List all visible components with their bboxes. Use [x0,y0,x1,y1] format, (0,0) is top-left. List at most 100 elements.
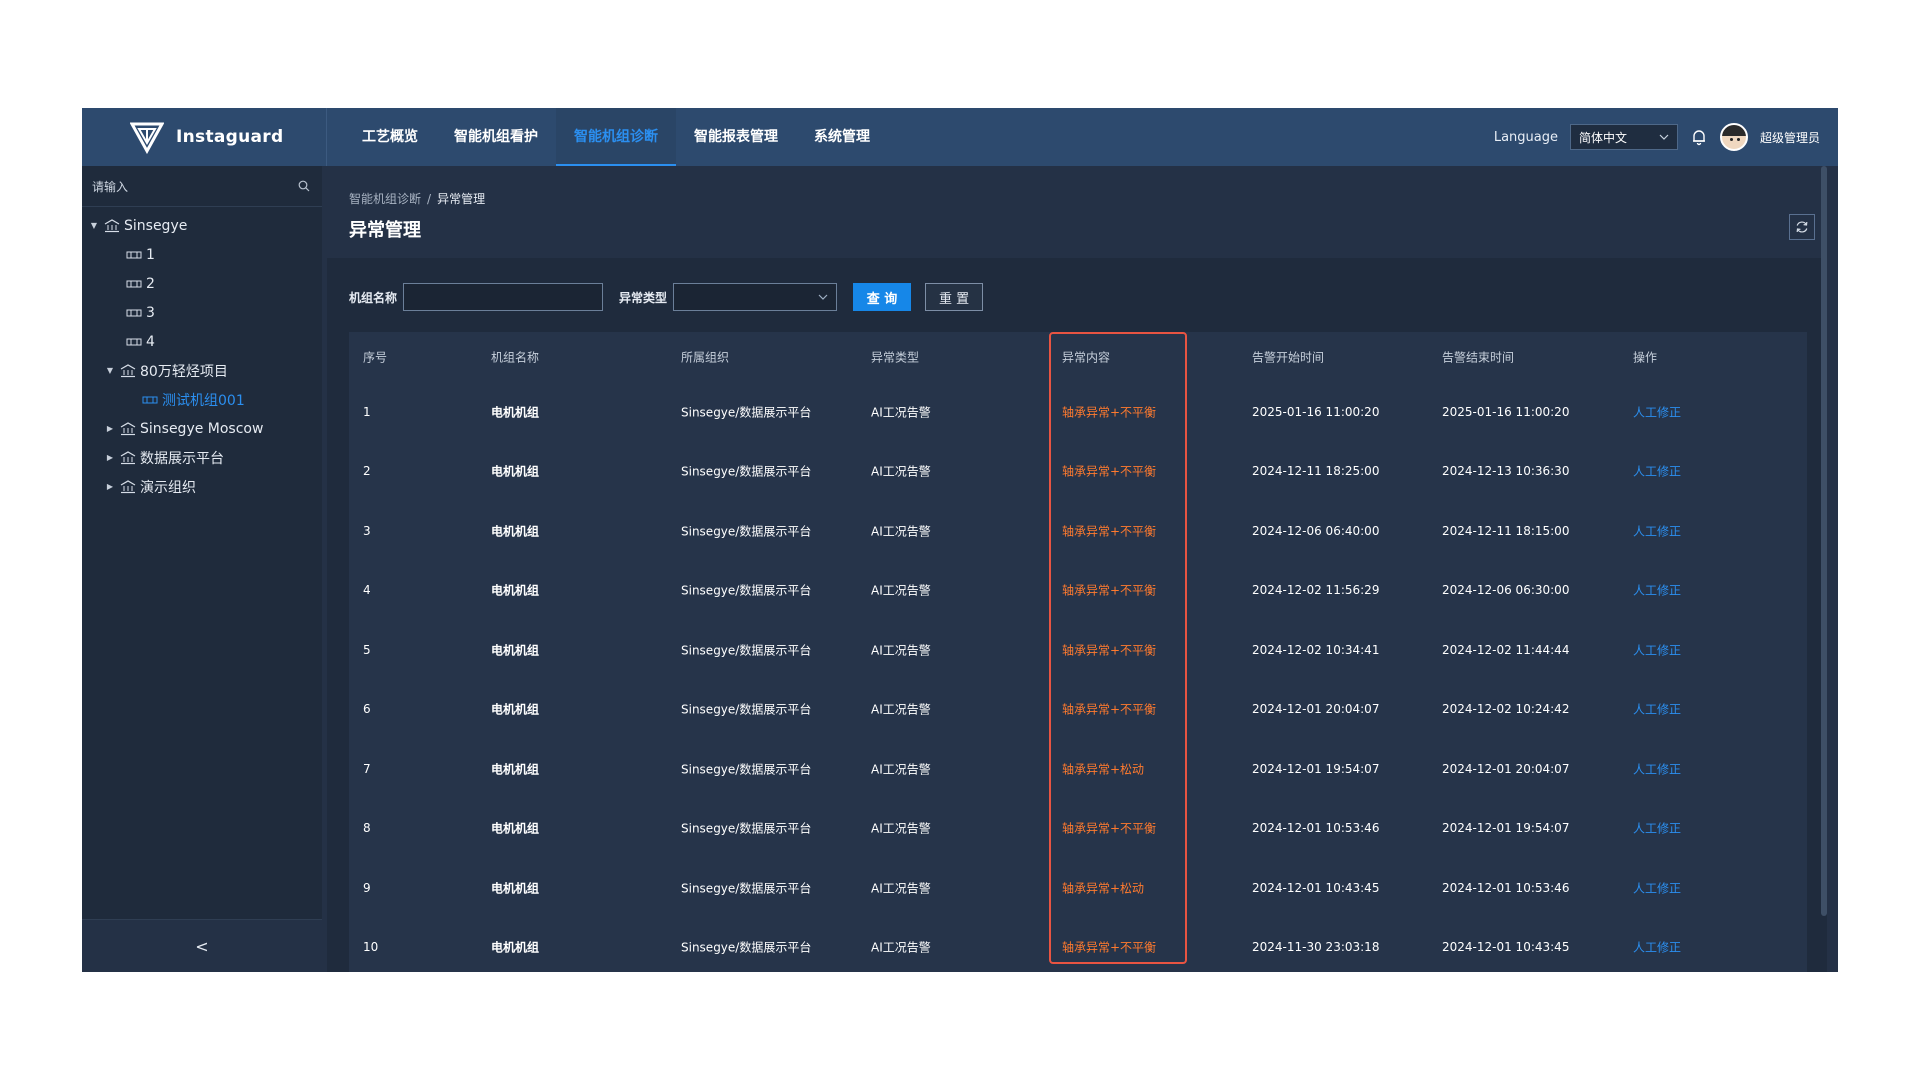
cell-anomaly-type: AI工况告警 [871,702,931,717]
nav-item-report-management[interactable]: 智能报表管理 [676,108,796,166]
bank-icon [104,218,120,233]
caret-down-icon[interactable]: ▼ [104,366,116,375]
caret-down-icon[interactable]: ▼ [88,221,100,230]
sidebar-collapse-button[interactable]: < [82,919,322,972]
tree-node-label: 80万轻烃项目 [140,363,228,380]
search-icon[interactable] [298,180,310,192]
table-row: 1 电机机组 Sinsegye/数据展示平台 AI工况告警 轴承异常+不平衡 2… [349,382,1807,442]
logo[interactable]: Instaguard [82,108,327,166]
nav-item-process-overview[interactable]: 工艺概览 [344,108,436,166]
vertical-scrollbar[interactable] [1821,166,1827,916]
manual-correct-link[interactable]: 人工修正 [1633,403,1681,420]
cell-index: 7 [363,761,371,776]
table-header: 序号 机组名称 所属组织 异常类型 异常内容 告警开始时间 告警结束时间 操作 [349,332,1807,382]
tree-node-sinsegye-moscow[interactable]: ▶ Sinsegye Moscow [82,414,322,443]
tree-node-unit-2[interactable]: 2 [82,269,322,298]
cell-alarm-end: 2024-12-01 19:54:07 [1442,821,1570,836]
tree-node-label: Sinsegye Moscow [140,420,264,437]
col-header-index: 序号 [363,350,388,365]
tree-search-input[interactable]: 请输入 [82,166,322,207]
cell-alarm-start: 2024-12-01 20:04:07 [1252,702,1380,717]
cell-anomaly-content: 轴承异常+不平衡 [1062,583,1157,598]
query-button[interactable]: 查 询 [853,283,912,311]
cell-alarm-end: 2024-12-06 06:30:00 [1442,583,1570,598]
cell-alarm-start: 2025-01-16 11:00:20 [1252,404,1380,419]
cell-anomaly-type: AI工况告警 [871,821,931,836]
manual-correct-link[interactable]: 人工修正 [1633,522,1681,539]
breadcrumb-separator: / [427,192,432,206]
cell-alarm-end: 2024-12-02 11:44:44 [1442,642,1570,657]
cell-index: 2 [363,464,371,479]
page-header: 智能机组诊断 / 异常管理 异常管理 [327,166,1827,258]
tree-node-label: 测试机组001 [162,392,245,409]
manual-correct-link[interactable]: 人工修正 [1633,939,1681,956]
cell-unit-name: 电机机组 [491,881,540,896]
tree-node-demo-org[interactable]: ▶ 演示组织 [82,472,322,501]
manual-correct-link[interactable]: 人工修正 [1633,760,1681,777]
tree-node-unit-3[interactable]: 3 [82,298,322,327]
tree-node-test-unit-001[interactable]: 测试机组001 [82,385,322,414]
caret-right-icon[interactable]: ▶ [104,424,116,433]
tree-node-label: 3 [146,304,155,321]
chevron-down-icon [818,294,828,300]
col-header-unit-name: 机组名称 [491,350,540,365]
top-bar: Instaguard 工艺概览 智能机组看护 智能机组诊断 智能报表管理 系统管… [82,108,1838,166]
app-window: Instaguard 工艺概览 智能机组看护 智能机组诊断 智能报表管理 系统管… [82,108,1838,972]
cell-anomaly-content: 轴承异常+不平衡 [1062,643,1157,658]
bank-icon [120,421,136,436]
nav-item-system-management[interactable]: 系统管理 [796,108,888,166]
tree-search-placeholder: 请输入 [92,179,129,194]
table-row: 5 电机机组 Sinsegye/数据展示平台 AI工况告警 轴承异常+不平衡 2… [349,620,1807,680]
unit-name-input[interactable] [403,283,604,311]
bell-icon[interactable] [1690,128,1708,146]
filter-bar: 机组名称 异常类型 查 询 重 置 [349,282,984,312]
main-nav: 工艺概览 智能机组看护 智能机组诊断 智能报表管理 系统管理 [344,108,888,166]
col-header-alarm-end: 告警结束时间 [1442,350,1515,365]
table-row: 3 电机机组 Sinsegye/数据展示平台 AI工况告警 轴承异常+不平衡 2… [349,501,1807,561]
unit-icon [126,250,142,260]
avatar[interactable] [1719,123,1748,151]
tree-node-unit-4[interactable]: 4 [82,327,322,356]
cell-alarm-start: 2024-12-01 10:43:45 [1252,880,1380,895]
cell-organization: Sinsegye/数据展示平台 [681,643,812,658]
table-row: 7 电机机组 Sinsegye/数据展示平台 AI工况告警 轴承异常+松动 20… [349,739,1807,799]
tree-node-800k-project[interactable]: ▼ 80万轻烃项目 [82,356,322,385]
cell-anomaly-type: AI工况告警 [871,762,931,777]
language-label: Language [1493,129,1558,145]
language-select[interactable]: 简体中文 [1569,124,1678,150]
anomaly-type-select[interactable] [673,283,838,311]
cell-anomaly-content: 轴承异常+不平衡 [1062,940,1157,955]
tree-node-label: 数据展示平台 [140,450,224,467]
tree-node-label: 2 [146,275,155,292]
bank-icon [120,363,136,378]
tree-node-unit-1[interactable]: 1 [82,240,322,269]
col-header-action: 操作 [1633,350,1658,365]
tree-node-sinsegye[interactable]: ▼ Sinsegye [82,211,322,240]
cell-anomaly-type: AI工况告警 [871,405,931,420]
user-name[interactable]: 超级管理员 [1760,129,1820,146]
cell-index: 9 [363,880,371,895]
manual-correct-link[interactable]: 人工修正 [1633,641,1681,658]
tree-node-data-platform[interactable]: ▶ 数据展示平台 [82,443,322,472]
breadcrumb: 智能机组诊断 / 异常管理 [349,190,485,207]
cell-alarm-start: 2024-12-06 06:40:00 [1252,523,1380,538]
breadcrumb-item-diagnosis[interactable]: 智能机组诊断 [349,192,421,206]
cell-anomaly-type: AI工况告警 [871,524,931,539]
caret-right-icon[interactable]: ▶ [104,453,116,462]
reset-button[interactable]: 重 置 [925,283,984,311]
nav-item-unit-diagnosis[interactable]: 智能机组诊断 [556,108,676,166]
unit-icon [126,279,142,289]
manual-correct-link[interactable]: 人工修正 [1633,582,1681,599]
cell-organization: Sinsegye/数据展示平台 [681,881,812,896]
manual-correct-link[interactable]: 人工修正 [1633,879,1681,896]
refresh-button[interactable] [1789,214,1815,240]
table-row: 4 电机机组 Sinsegye/数据展示平台 AI工况告警 轴承异常+不平衡 2… [349,561,1807,621]
manual-correct-link[interactable]: 人工修正 [1633,463,1681,480]
cell-index: 6 [363,702,371,717]
cell-anomaly-content: 轴承异常+不平衡 [1062,464,1157,479]
manual-correct-link[interactable]: 人工修正 [1633,820,1681,837]
nav-item-unit-care[interactable]: 智能机组看护 [436,108,556,166]
manual-correct-link[interactable]: 人工修正 [1633,701,1681,718]
caret-right-icon[interactable]: ▶ [104,482,116,491]
unit-icon [126,308,142,318]
